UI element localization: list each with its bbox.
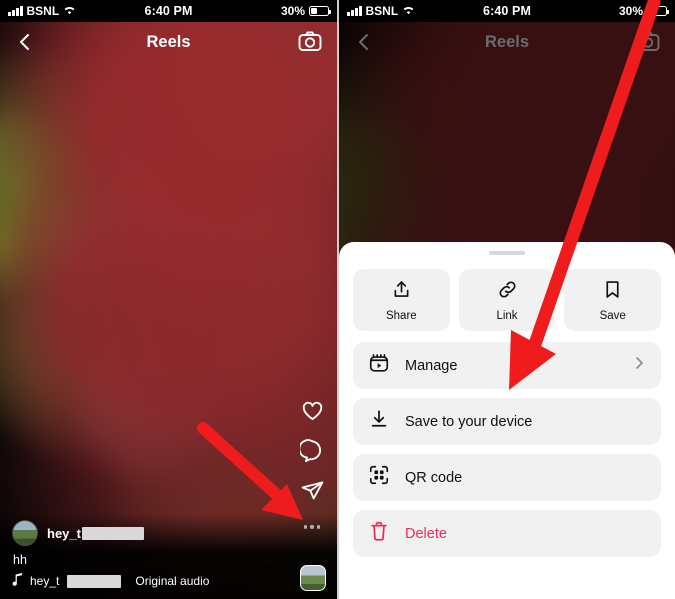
paper-plane-icon[interactable] (299, 477, 325, 503)
row-label: Delete (405, 525, 447, 542)
page-title: Reels (146, 32, 191, 51)
download-icon (368, 408, 390, 435)
heart-icon[interactable] (299, 397, 325, 423)
status-bar: BSNL 6:40 PM 30% (339, 0, 675, 22)
link-label: Link (496, 309, 518, 322)
reel-options-sheet: Share Link Save Manage Save to your devi… (339, 242, 675, 599)
status-bar: BSNL 6:40 PM 30% (0, 0, 337, 22)
chevron-right-icon (632, 356, 646, 375)
drag-handle[interactable] (489, 251, 525, 255)
right-nav-bar: Reels (339, 22, 675, 62)
quick-actions-row: Share Link Save (353, 269, 662, 331)
battery-percent-label: 30% (280, 4, 305, 18)
username-redaction (81, 526, 144, 540)
audio-owner-text: hey_t (30, 574, 60, 588)
username-label: hey_t (47, 526, 144, 541)
page-title: Reels (484, 32, 530, 51)
qr-code-icon (368, 464, 390, 491)
row-manage[interactable]: Manage (353, 342, 661, 389)
row-qr-code[interactable]: QR code (353, 454, 661, 501)
audio-owner-redaction (67, 574, 122, 588)
row-save-to-device[interactable]: Save to your device (353, 398, 661, 445)
row-label: QR code (405, 469, 463, 486)
reel-caption: hh (13, 553, 27, 567)
row-label: Manage (405, 357, 458, 374)
back-button[interactable] (353, 31, 375, 53)
left-phone-panel: BSNL 6:40 PM 30% Reels hey_t hh hey_t Or… (0, 0, 338, 599)
audio-cover-thumbnail[interactable] (300, 565, 326, 591)
sheet-options-list: Manage Save to your device QR code Delet… (353, 342, 661, 557)
comment-bubble-icon[interactable] (299, 437, 325, 463)
bookmark-icon (602, 279, 623, 305)
camera-icon[interactable] (635, 29, 661, 55)
row-label: Save to your device (405, 413, 533, 430)
music-note-icon (12, 573, 23, 589)
audio-attribution-row[interactable]: hey_t Original audio (12, 573, 327, 593)
reel-meta: hey_t hh hey_t Original audio (0, 514, 337, 599)
camera-icon[interactable] (297, 29, 323, 55)
screenshot-root: BSNL 6:40 PM 30% Reels hey_t hh hey_t Or… (0, 0, 675, 599)
trash-icon (368, 520, 390, 547)
link-button[interactable]: Link (458, 269, 556, 331)
back-button[interactable] (14, 31, 36, 53)
link-chain-icon (497, 279, 518, 305)
share-up-arrow-icon (391, 279, 412, 305)
share-button[interactable]: Share (353, 269, 450, 331)
save-button[interactable]: Save (564, 269, 662, 331)
avatar[interactable] (12, 520, 38, 546)
reels-manage-icon (368, 352, 390, 379)
left-nav-bar: Reels (0, 22, 337, 62)
share-label: Share (385, 309, 417, 322)
audio-label: Original audio (135, 574, 210, 588)
save-label: Save (599, 309, 626, 322)
username-text: hey_t (47, 525, 81, 541)
battery-icon (309, 6, 332, 16)
reel-author-row[interactable]: hey_t (12, 514, 327, 546)
battery-icon (647, 6, 670, 16)
battery-percent-label: 30% (618, 4, 643, 18)
row-delete[interactable]: Delete (353, 510, 661, 557)
right-phone-panel: BSNL 6:40 PM 30% Reels Share Link Save M… (338, 0, 675, 599)
reel-video-background (0, 0, 337, 599)
